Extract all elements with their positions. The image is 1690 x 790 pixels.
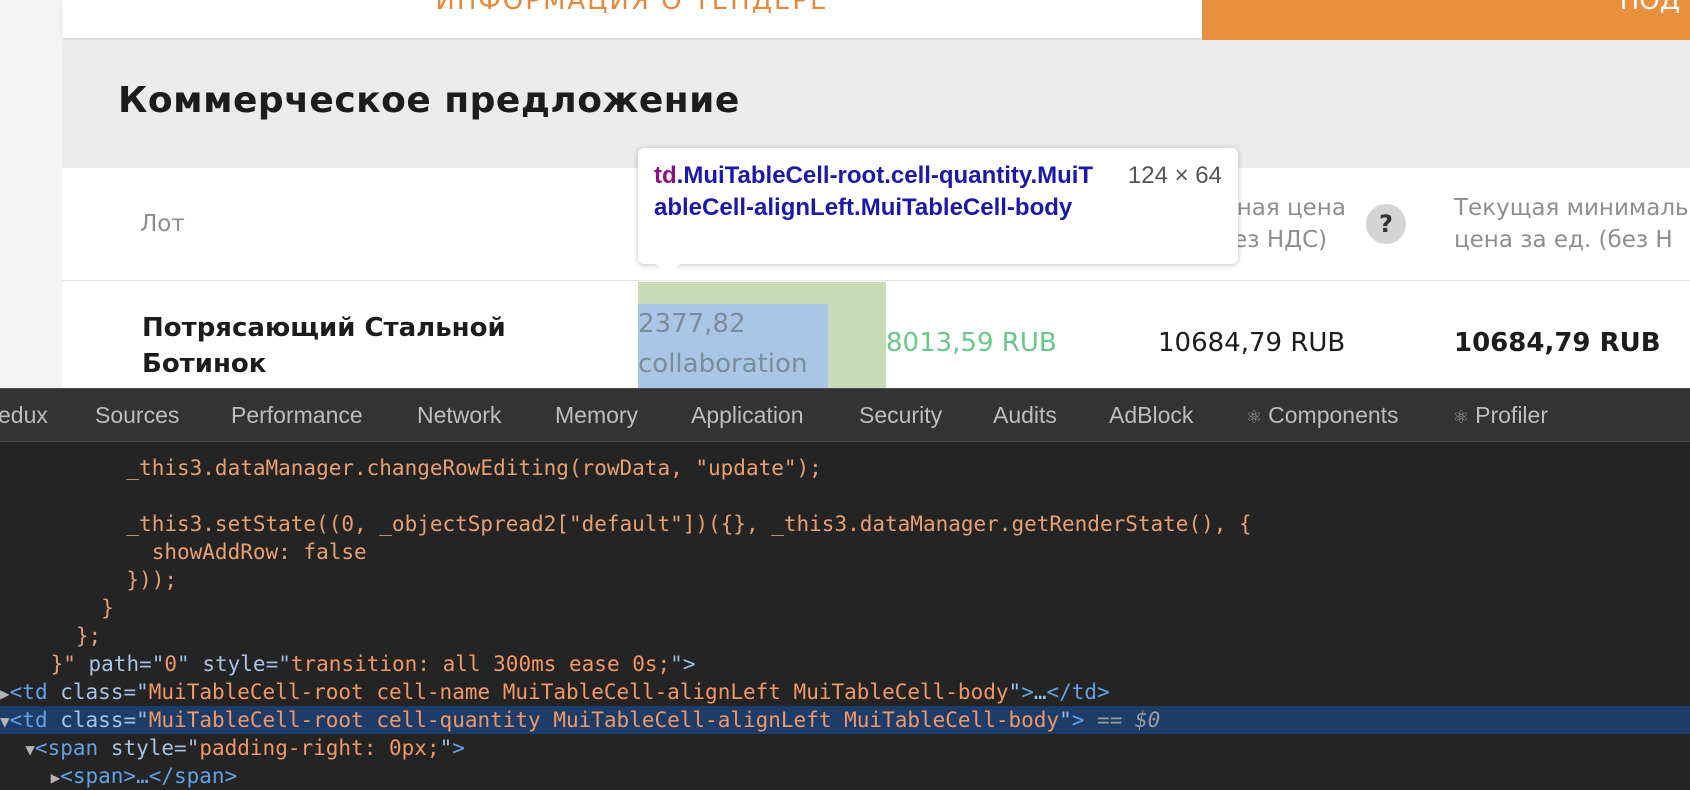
collapsed-ellipsis[interactable]: … [1034, 680, 1047, 704]
table-row[interactable]: Потрясающий Стальной Ботинок 2377,82 col… [62, 282, 1690, 388]
tab-memory[interactable]: Memory [555, 402, 638, 429]
code-line: _this3.dataManager.changeRowEditing(rowD… [0, 456, 822, 480]
cell-quantity-value: 2377,82 [638, 309, 746, 339]
close-tag: </td> [1046, 680, 1110, 704]
attr-value: MuiTableCell-root cell-quantity MuiTable… [148, 708, 1060, 732]
inspector-tooltip-arrow [656, 264, 680, 276]
tag-name: span [47, 736, 99, 760]
header-lot: Лот [140, 211, 185, 237]
dom-node-span[interactable]: ▼<span style="padding-right: 0px;"> [0, 734, 1690, 762]
inspector-tooltip-tag: td [654, 162, 677, 189]
section-title: Коммерческое предложение [118, 80, 740, 121]
cell-bid-price: 8013,59 RUB [886, 328, 1057, 358]
header-current-price-line2: цена за ед. (без Н [1454, 227, 1673, 253]
tab-components[interactable]: ⚛ Components [1246, 402, 1399, 429]
attr-name: class [60, 680, 124, 704]
tab-network[interactable]: Network [417, 402, 501, 429]
tab-components-label: Components [1268, 402, 1399, 428]
dom-node-inner-span[interactable]: ▶<span>…</span> [0, 762, 1690, 790]
cell-name-line2: Ботинок [142, 349, 267, 379]
elements-tree: _this3.dataManager.changeRowEditing(rowD… [0, 442, 1690, 790]
attr-value: transition: all 300ms ease 0s; [290, 652, 671, 676]
tender-info-tab-label: ИНФОРМАЦИЯ О ТЕНДЕРЕ [435, 0, 829, 16]
expand-triangle-icon[interactable]: ▶ [0, 684, 10, 703]
help-icon[interactable]: ? [1366, 204, 1406, 244]
tab-redux[interactable]: edux [0, 402, 48, 429]
dom-node-td-quantity-selected[interactable]: ▼<td class="MuiTableCell-root cell-quant… [0, 706, 1690, 734]
cell-name-line1: Потрясающий Стальной [142, 313, 506, 343]
dom-node-td-name[interactable]: ▶<td class="MuiTableCell-root cell-name … [0, 678, 1690, 706]
submit-offer-button-label: ПОД [1619, 0, 1680, 16]
cell-name: Потрясающий Стальной Ботинок [142, 310, 506, 382]
cell-current-price: 10684,79 RUB [1454, 328, 1661, 358]
inspector-tooltip-selector: td.MuiTableCell-root.cell-quantity.MuiTa… [654, 160, 1104, 224]
inspector-tooltip: td.MuiTableCell-root.cell-quantity.MuiTa… [638, 148, 1238, 276]
tab-sources[interactable]: Sources [95, 402, 179, 429]
react-icon: ⚛ [1453, 407, 1470, 427]
devtools-panel: edux Sources Performance Network Memory … [0, 388, 1690, 790]
attr-value: MuiTableCell-root cell-name MuiTableCell… [148, 680, 1009, 704]
code-line: _this3.setState((0, _objectSpread2["defa… [0, 512, 1252, 536]
attr-name: class [60, 708, 124, 732]
tab-performance[interactable]: Performance [231, 402, 363, 429]
tab-profiler[interactable]: ⚛ Profiler [1453, 402, 1548, 429]
submit-offer-button[interactable]: ПОД [1202, 0, 1690, 40]
devtools-tab-bar: edux Sources Performance Network Memory … [0, 388, 1690, 442]
code-line-end: }" [0, 652, 76, 676]
code-line-attrs: }" path="0" style="transition: all 300ms… [0, 652, 696, 676]
attr-name: style [110, 736, 175, 760]
header-current-price-line1: Текущая минималь [1454, 195, 1689, 221]
tab-adblock[interactable]: AdBlock [1109, 402, 1193, 429]
tab-audits[interactable]: Audits [993, 402, 1057, 429]
cell-start-price: 10684,79 RUB [1158, 328, 1346, 358]
react-icon: ⚛ [1246, 407, 1263, 427]
cell-quantity[interactable]: 2377,82 collaboration [638, 304, 807, 384]
tab-application[interactable]: Application [691, 402, 804, 429]
expand-triangle-icon[interactable]: ▶ [51, 768, 61, 787]
tag-name: td [22, 708, 48, 732]
attr-name: style [202, 652, 266, 676]
inner-span-markup: <span>…</span> [60, 764, 238, 788]
inspector-tooltip-size: 124 × 64 [1127, 162, 1222, 189]
header-current-price: Текущая минималь цена за ед. (без Н [1454, 192, 1689, 256]
cell-quantity-unit: collaboration [638, 349, 808, 379]
tab-security[interactable]: Security [859, 402, 942, 429]
code-line: showAddRow: false [0, 540, 367, 564]
selected-marker: == $0 [1097, 708, 1161, 732]
collapse-triangle-icon[interactable]: ▼ [25, 740, 35, 759]
code-line: })); [0, 568, 178, 592]
code-line: } [0, 596, 114, 620]
attr-value: 0 [164, 652, 178, 676]
inspector-tooltip-classes: .MuiTableCell-root.cell-quantity.MuiTabl… [654, 162, 1094, 221]
tag-name: td [22, 680, 48, 704]
code-line: }; [0, 624, 102, 648]
tender-info-tab[interactable]: ИНФОРМАЦИЯ О ТЕНДЕРЕ [62, 0, 1202, 38]
web-page: ИНФОРМАЦИЯ О ТЕНДЕРЕ ПОД Коммерческое пр… [0, 0, 1690, 388]
attr-value: padding-right: 0px; [199, 736, 440, 760]
attr-name: path [88, 652, 140, 676]
tab-profiler-label: Profiler [1475, 402, 1548, 428]
collapse-triangle-icon[interactable]: ▼ [0, 712, 10, 731]
